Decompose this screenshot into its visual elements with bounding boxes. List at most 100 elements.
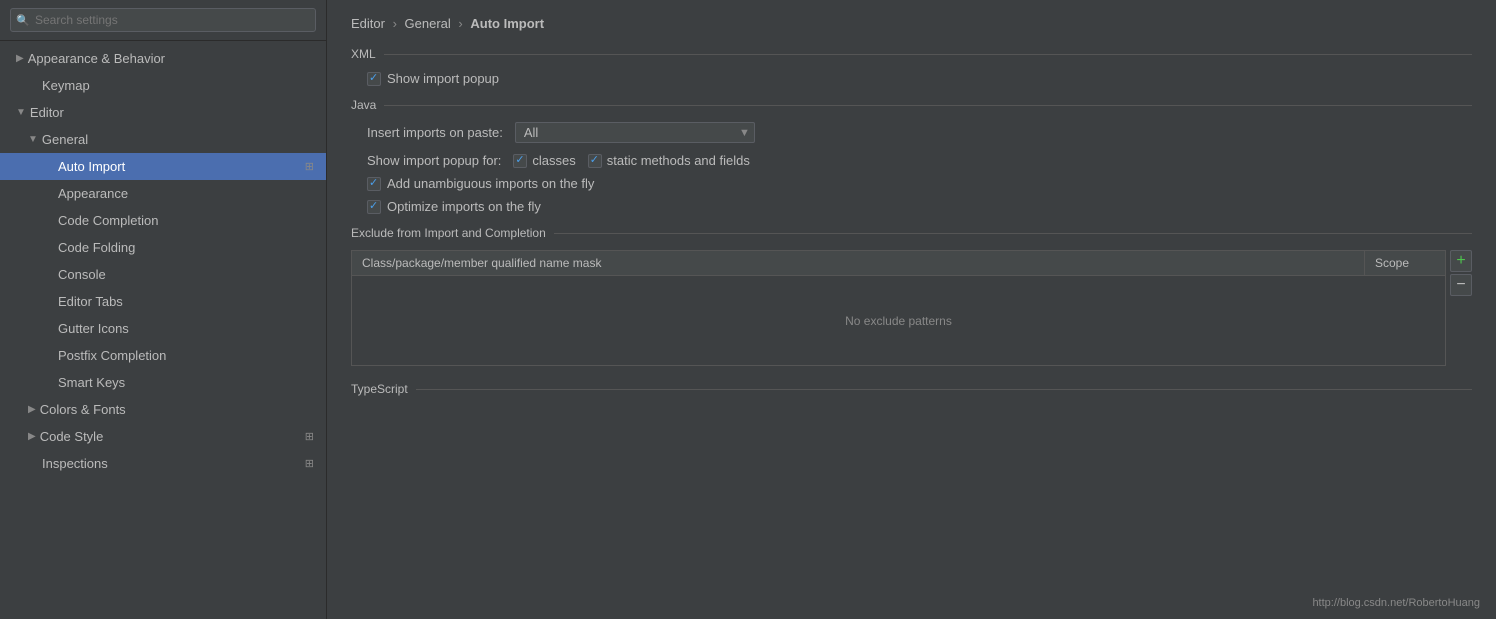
nav-item-label: Code Completion [58, 213, 158, 228]
insert-imports-label: Insert imports on paste: [367, 125, 503, 140]
sidebar-item-code-style[interactable]: ▶ Code Style ⊞ [0, 423, 326, 450]
breadcrumb-part-2: General [405, 16, 451, 31]
sidebar-item-code-folding[interactable]: Code Folding [0, 234, 326, 261]
nav-item-label: Editor Tabs [58, 294, 123, 309]
search-box: 🔍 [0, 0, 326, 41]
copy-icon: ⊞ [305, 160, 314, 173]
classes-pair: classes [513, 153, 575, 168]
nav-item-label: Appearance [58, 186, 128, 201]
nav-item-label: Appearance & Behavior [28, 51, 165, 66]
insert-imports-dropdown-wrap[interactable]: All Ask None ▼ [515, 122, 755, 143]
sidebar-item-appearance-behavior[interactable]: ▶ Appearance & Behavior [0, 45, 326, 72]
sidebar-item-postfix-completion[interactable]: Postfix Completion [0, 342, 326, 369]
sidebar-item-appearance[interactable]: Appearance [0, 180, 326, 207]
breadcrumb-current: Auto Import [470, 16, 544, 31]
add-unambiguous-checkbox[interactable] [367, 177, 381, 191]
java-section-label: Java [351, 98, 376, 112]
search-icon: 🔍 [16, 14, 30, 27]
sidebar-item-gutter-icons[interactable]: Gutter Icons [0, 315, 326, 342]
exclude-col1-header: Class/package/member qualified name mask [352, 251, 1365, 275]
exclude-section-label: Exclude from Import and Completion [351, 226, 546, 240]
exclude-table-header: Class/package/member qualified name mask… [351, 250, 1446, 276]
java-section-divider: Java [351, 98, 1472, 112]
add-unambiguous-label[interactable]: Add unambiguous imports on the fly [367, 176, 594, 191]
nav-item-label: Code Style [40, 429, 104, 444]
sidebar: 🔍 ▶ Appearance & Behavior Keymap ▼ Editor ▼ Ge… [0, 0, 327, 619]
sidebar-item-smart-keys[interactable]: Smart Keys [0, 369, 326, 396]
static-methods-pair: static methods and fields [588, 153, 750, 168]
add-exclude-button[interactable]: + [1450, 250, 1472, 272]
show-import-popup-label[interactable]: Show import popup [367, 71, 499, 86]
sidebar-item-keymap[interactable]: Keymap [0, 72, 326, 99]
nav-item-label: Postfix Completion [58, 348, 166, 363]
arrow-icon: ▶ [28, 404, 36, 415]
breadcrumb: Editor › General › Auto Import [351, 16, 1472, 31]
nav-item-label: General [42, 132, 88, 147]
insert-imports-row: Insert imports on paste: All Ask None ▼ [367, 122, 1472, 143]
classes-checkbox[interactable] [513, 154, 527, 168]
java-section-line [384, 105, 1472, 106]
sidebar-item-console[interactable]: Console [0, 261, 326, 288]
exclude-wrap: Class/package/member qualified name mask… [351, 250, 1472, 366]
classes-label: classes [532, 153, 575, 168]
nav-item-label: Inspections [42, 456, 108, 471]
nav-item-label: Smart Keys [58, 375, 125, 390]
main-content: Editor › General › Auto Import XML Show … [327, 0, 1496, 619]
show-popup-for-label: Show import popup for: [367, 153, 501, 168]
exclude-table-body: No exclude patterns [351, 276, 1446, 366]
breadcrumb-part-1: Editor [351, 16, 385, 31]
xml-section-line [384, 54, 1472, 55]
nav-tree: ▶ Appearance & Behavior Keymap ▼ Editor ▼ Gene… [0, 41, 326, 619]
optimize-imports-row: Optimize imports on the fly [367, 199, 1472, 214]
search-input[interactable] [10, 8, 316, 32]
breadcrumb-sep-2: › [458, 16, 466, 31]
sidebar-item-editor-tabs[interactable]: Editor Tabs [0, 288, 326, 315]
nav-item-label: Gutter Icons [58, 321, 129, 336]
exclude-controls: + − [1450, 250, 1472, 296]
nav-item-label: Keymap [42, 78, 90, 93]
static-methods-checkbox[interactable] [588, 154, 602, 168]
nav-item-label: Code Folding [58, 240, 135, 255]
no-patterns-text: No exclude patterns [845, 314, 952, 328]
sidebar-item-inspections[interactable]: Inspections ⊞ [0, 450, 326, 477]
nav-item-label: Auto Import [58, 159, 125, 174]
optimize-imports-checkbox[interactable] [367, 200, 381, 214]
sidebar-item-auto-import[interactable]: Auto Import ⊞ [0, 153, 326, 180]
sidebar-item-colors-fonts[interactable]: ▶ Colors & Fonts [0, 396, 326, 423]
show-import-popup-checkbox[interactable] [367, 72, 381, 86]
add-unambiguous-row: Add unambiguous imports on the fly [367, 176, 1472, 191]
xml-section-label: XML [351, 47, 376, 61]
sidebar-item-general[interactable]: ▼ General [0, 126, 326, 153]
static-methods-label: static methods and fields [607, 153, 750, 168]
typescript-section-divider: TypeScript [351, 382, 1472, 396]
arrow-icon: ▼ [16, 107, 26, 118]
sidebar-item-code-completion[interactable]: Code Completion [0, 207, 326, 234]
arrow-icon: ▶ [16, 53, 24, 64]
typescript-section-line [416, 389, 1472, 390]
nav-item-label: Editor [30, 105, 64, 120]
dropdown-arrow-icon: ▼ [739, 127, 750, 139]
exclude-section-line [554, 233, 1472, 234]
nav-item-label: Console [58, 267, 106, 282]
show-import-popup-row: Show import popup [367, 71, 1472, 86]
exclude-inner: Class/package/member qualified name mask… [351, 250, 1446, 366]
breadcrumb-sep-1: › [393, 16, 401, 31]
copy-icon: ⊞ [305, 430, 314, 443]
xml-section-divider: XML [351, 47, 1472, 61]
optimize-imports-text: Optimize imports on the fly [387, 199, 541, 214]
remove-exclude-button[interactable]: − [1450, 274, 1472, 296]
show-import-popup-text: Show import popup [387, 71, 499, 86]
copy-icon: ⊞ [305, 457, 314, 470]
insert-imports-select[interactable]: All Ask None [524, 125, 735, 140]
arrow-icon: ▼ [28, 134, 38, 145]
optimize-imports-label[interactable]: Optimize imports on the fly [367, 199, 541, 214]
show-popup-for-row: Show import popup for: classes static me… [367, 153, 1472, 168]
arrow-icon: ▶ [28, 431, 36, 442]
typescript-section-label: TypeScript [351, 382, 408, 396]
sidebar-item-editor[interactable]: ▼ Editor [0, 99, 326, 126]
add-unambiguous-text: Add unambiguous imports on the fly [387, 176, 594, 191]
watermark-text: http://blog.csdn.net/RobertoHuang [1312, 597, 1480, 609]
exclude-section-divider: Exclude from Import and Completion [351, 226, 1472, 240]
nav-item-label: Colors & Fonts [40, 402, 126, 417]
exclude-col2-header: Scope [1365, 251, 1445, 275]
